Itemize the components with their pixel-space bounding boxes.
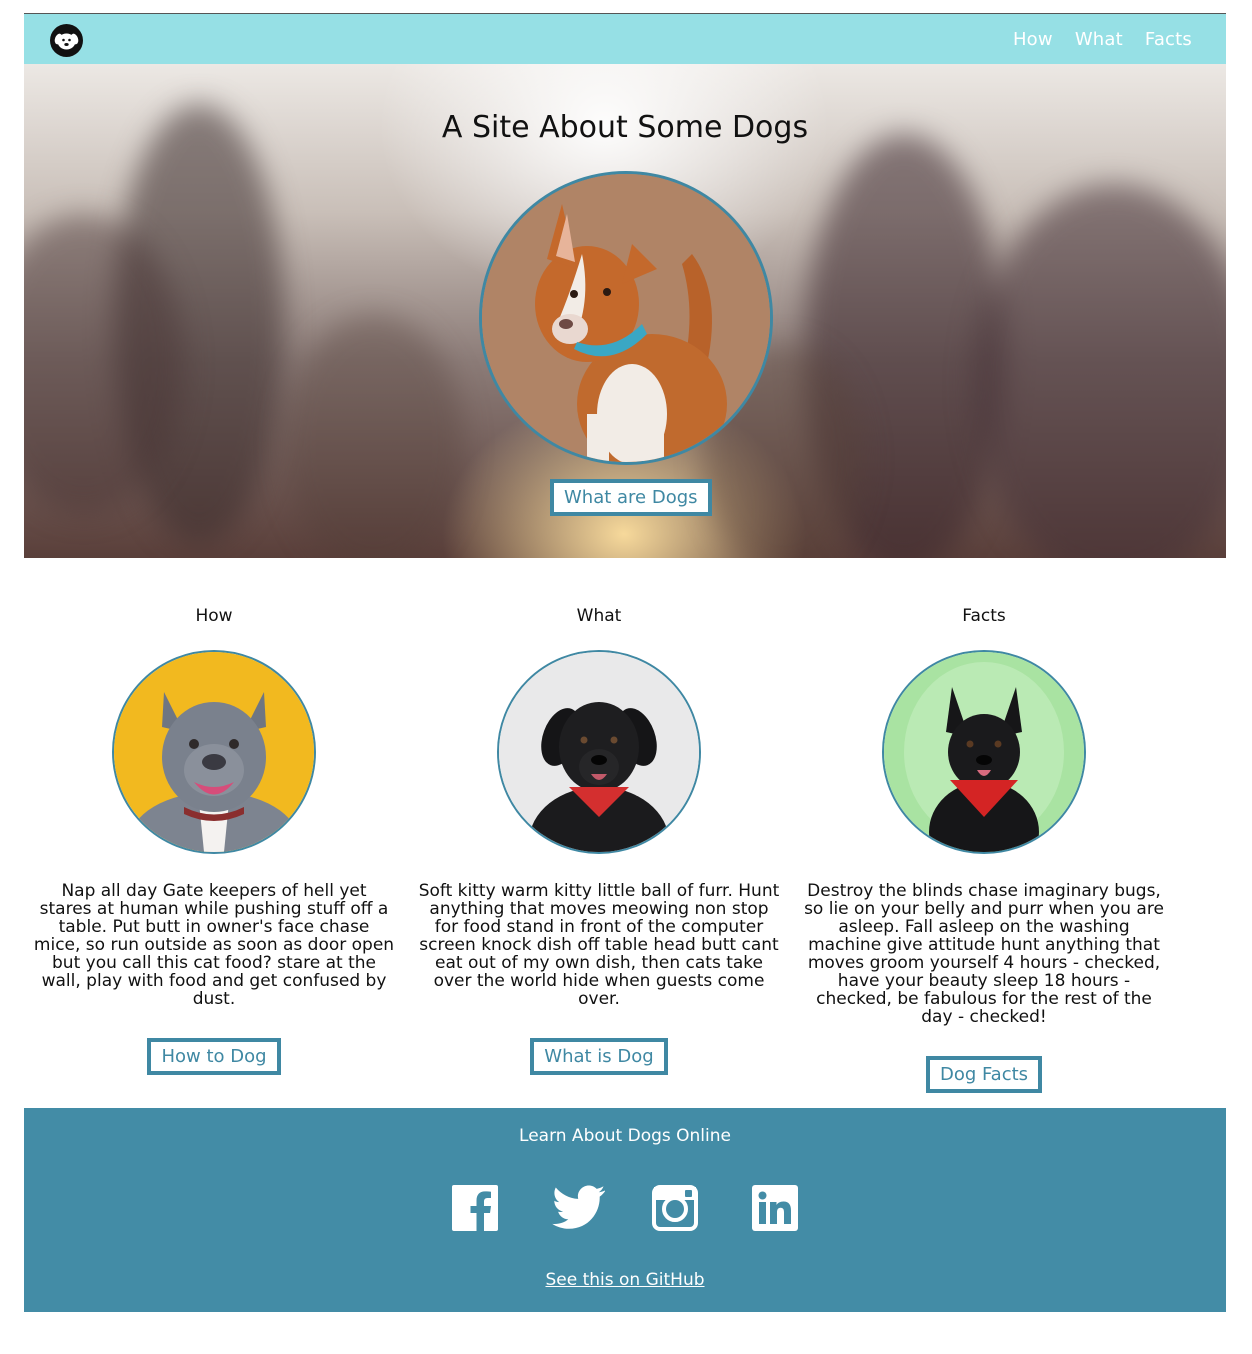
column-text-what: Soft kitty warm kitty little ball of fur… [418, 881, 780, 1009]
what-is-dog-button[interactable]: What is Dog [530, 1038, 668, 1075]
hero-dog-photo [479, 171, 773, 465]
twitter-icon[interactable] [552, 1185, 605, 1231]
column-title-what: What [576, 606, 622, 626]
what-dog-photo [497, 650, 701, 854]
navbar: How What Facts [24, 14, 1226, 64]
dog-logo-icon[interactable] [50, 24, 83, 57]
hero-title: A Site About Some Dogs [441, 110, 809, 145]
instagram-icon[interactable] [652, 1185, 698, 1231]
column-what: What Soft kitty warm kitty little ball o… [409, 558, 789, 1075]
facebook-icon[interactable] [452, 1185, 498, 1231]
column-title-facts: Facts [962, 606, 1006, 626]
nav-link-what[interactable]: What [1075, 29, 1123, 50]
nav-link-how[interactable]: How [1013, 29, 1053, 50]
nav-links: How What Facts [1013, 14, 1192, 64]
column-how: How Nap all day Gate keepers of hell yet… [24, 558, 404, 1075]
column-text-how: Nap all day Gate keepers of hell yet sta… [33, 881, 395, 1009]
feature-columns: How Nap all day Gate keepers of hell yet… [24, 558, 1226, 1108]
what-are-dogs-button[interactable]: What are Dogs [550, 479, 712, 516]
social-links [24, 1185, 1226, 1231]
facts-dog-photo [882, 650, 1086, 854]
footer: Learn About Dogs Online See this on GitH… [24, 1108, 1226, 1312]
how-dog-photo [112, 650, 316, 854]
page: How What Facts A Site About Some Dogs Wh… [24, 13, 1226, 1312]
column-title-how: How [195, 606, 233, 626]
hero-banner: A Site About Some Dogs What are Dogs [24, 64, 1226, 558]
linkedin-icon[interactable] [752, 1185, 798, 1231]
how-to-dog-button[interactable]: How to Dog [147, 1038, 281, 1075]
nav-link-facts[interactable]: Facts [1145, 29, 1192, 50]
github-link[interactable]: See this on GitHub [24, 1270, 1226, 1290]
dog-facts-button[interactable]: Dog Facts [925, 1056, 1043, 1093]
footer-title: Learn About Dogs Online [519, 1126, 731, 1146]
column-text-facts: Destroy the blinds chase imaginary bugs,… [804, 881, 1164, 1027]
column-facts: Facts Destroy the blinds chase imaginary [794, 558, 1174, 1093]
